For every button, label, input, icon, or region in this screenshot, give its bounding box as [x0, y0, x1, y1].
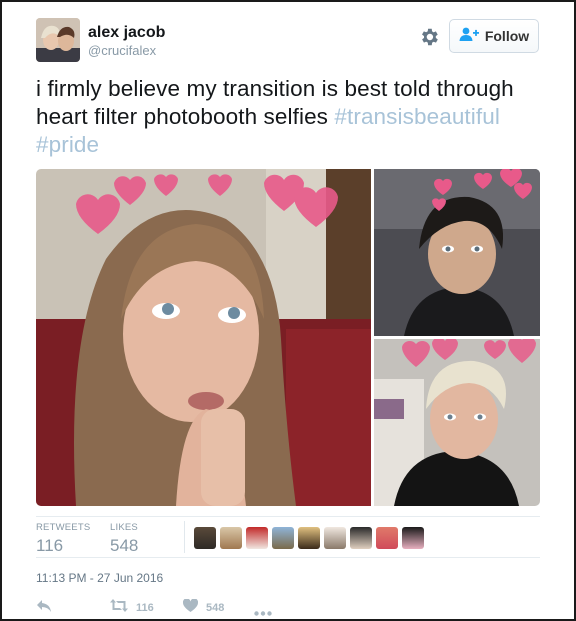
- likes-count: 548: [110, 536, 139, 555]
- avatar[interactable]: [36, 18, 80, 62]
- follow-user-plus-icon: [459, 27, 479, 46]
- tweet-card: alex jacob @crucifalex Follow i firmly b…: [2, 2, 574, 619]
- retweets-label: RETWEETS: [36, 522, 91, 533]
- tweet-text: i firmly believe my transition is best t…: [36, 75, 546, 159]
- liker-avatar[interactable]: [298, 527, 320, 549]
- liker-avatar[interactable]: [324, 527, 346, 549]
- reply-button[interactable]: [36, 599, 52, 618]
- like-count: 548: [206, 602, 225, 614]
- hashtag-link[interactable]: #transisbeautiful: [334, 104, 500, 129]
- more-dots-icon: [254, 603, 272, 621]
- likes-label: LIKES: [110, 522, 138, 533]
- likes-stat[interactable]: LIKES 548: [110, 522, 138, 556]
- retweet-button[interactable]: 116: [110, 599, 154, 617]
- liker-avatar[interactable]: [246, 527, 268, 549]
- reply-icon: [36, 599, 52, 618]
- retweets-stat[interactable]: RETWEETS 116: [36, 522, 90, 556]
- retweets-count: 116: [36, 536, 64, 555]
- gear-icon[interactable]: [418, 26, 440, 48]
- tweet-timestamp[interactable]: 11:13 PM - 27 Jun 2016: [36, 571, 163, 585]
- like-button[interactable]: 548: [182, 598, 225, 617]
- heart-icon: [182, 598, 199, 617]
- photo-bottom-right[interactable]: [374, 339, 540, 506]
- display-name[interactable]: alex jacob: [88, 24, 165, 42]
- photo-main[interactable]: [36, 169, 371, 506]
- media-grid: [36, 169, 540, 506]
- photo-top-right[interactable]: [374, 169, 540, 336]
- user-handle[interactable]: @crucifalex: [88, 43, 156, 58]
- more-button[interactable]: [254, 603, 272, 621]
- liker-avatar[interactable]: [376, 527, 398, 549]
- liker-avatar[interactable]: [272, 527, 294, 549]
- liker-avatar[interactable]: [220, 527, 242, 549]
- stats-divider: [184, 521, 185, 553]
- engagement-stats: RETWEETS 116 LIKES 548: [36, 516, 540, 558]
- hashtag-link[interactable]: #pride: [36, 132, 99, 157]
- follow-button-label: Follow: [484, 28, 530, 44]
- retweet-icon: [110, 599, 128, 617]
- retweet-count: 116: [136, 602, 154, 614]
- liker-avatars: [194, 527, 424, 549]
- liker-avatar[interactable]: [194, 527, 216, 549]
- liker-avatar[interactable]: [402, 527, 424, 549]
- follow-button[interactable]: Follow: [449, 19, 539, 53]
- liker-avatar[interactable]: [350, 527, 372, 549]
